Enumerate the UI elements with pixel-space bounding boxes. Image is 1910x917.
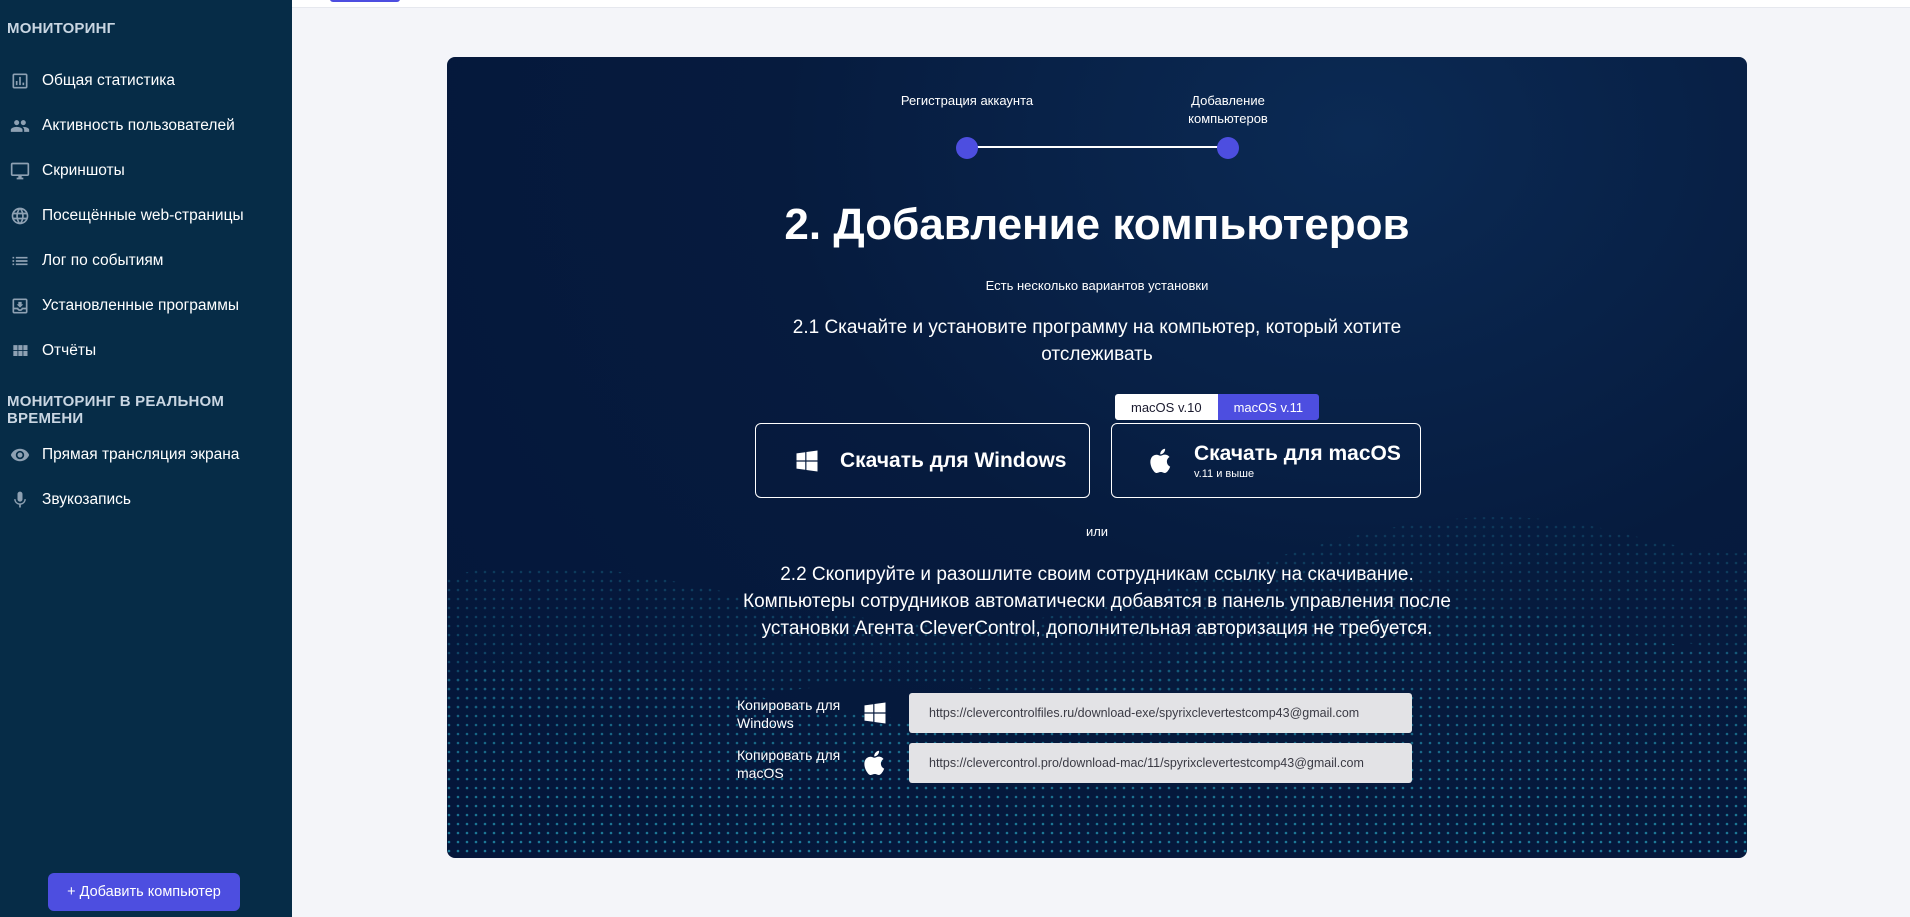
copy-macos-url-field[interactable]: https://clevercontrol.pro/download-mac/1… [909, 743, 1412, 783]
sidebar-item-screenshots[interactable]: Скриншоты [0, 152, 292, 190]
download-windows-label: Скачать для Windows [840, 448, 1067, 472]
microphone-icon [9, 489, 31, 511]
top-bar [292, 0, 1910, 8]
download-macos-text: Скачать для macOS v.11 и выше [1194, 442, 1401, 480]
download-macos-button[interactable]: Скачать для macOS v.11 и выше [1111, 423, 1421, 498]
monitor-icon [9, 160, 31, 182]
download-macos-version-note: v.11 и выше [1194, 467, 1255, 480]
users-icon [9, 115, 31, 137]
or-separator: или [1085, 524, 1109, 539]
section-title-monitoring: МОНИТОРИНГ [7, 20, 116, 37]
section-title-realtime: МОНИТОРИНГ В РЕАЛЬНОМ ВРЕМЕНИ [7, 393, 225, 427]
step1-instruction: 2.1 Скачайте и установите программу на к… [792, 317, 1402, 365]
sidebar-item-label: Прямая трансляция экрана [42, 446, 240, 463]
sidebar-item-live-screen[interactable]: Прямая трансляция экрана [0, 436, 292, 474]
sidebar-item-label: Отчёты [42, 342, 97, 359]
sidebar-item-label: Посещённые web-страницы [42, 207, 244, 224]
copy-row-windows: Копировать для Windows https://clevercon… [447, 693, 1747, 733]
windows-icon [860, 698, 890, 728]
sidebar-item-user-activity[interactable]: Активность пользователей [0, 107, 292, 145]
windows-icon [792, 446, 822, 476]
sidebar-item-audio-recording[interactable]: Звукозапись [0, 481, 292, 519]
step-label-add-computers: Добавление компьютеров [1188, 93, 1268, 126]
globe-icon [9, 205, 31, 227]
add-computers-card: Регистрация аккаунта Добавление компьюте… [447, 57, 1747, 858]
download-windows-button[interactable]: Скачать для Windows [755, 423, 1090, 498]
macos-v11-option[interactable]: macOS v.11 [1217, 394, 1320, 420]
install-options-subtitle: Есть несколько вариантов установки [985, 278, 1209, 293]
download-macos-label: Скачать для macOS [1194, 441, 1401, 465]
step2-instruction: 2.2 Скопируйте и разошлите своим сотрудн… [743, 564, 1451, 639]
step-connector [967, 146, 1227, 148]
grid-icon [9, 340, 31, 362]
copy-row-macos: Копировать для macOS https://clevercontr… [447, 743, 1747, 783]
apple-icon [860, 748, 890, 778]
page-title: 2. Добавление компьютеров [784, 200, 1410, 249]
sidebar-item-label: Общая статистика [42, 72, 175, 89]
sidebar-item-event-log[interactable]: Лог по событиям [0, 242, 292, 280]
install-icon [9, 295, 31, 317]
sidebar-item-installed-programs[interactable]: Установленные программы [0, 287, 292, 325]
sidebar-item-label: Лог по событиям [42, 252, 164, 269]
top-tab-indicator[interactable] [330, 0, 400, 2]
sidebar-item-general-stats[interactable]: Общая статистика [0, 62, 292, 100]
sidebar-item-label: Скриншоты [42, 162, 125, 179]
sidebar-item-label: Установленные программы [42, 297, 239, 314]
sidebar-item-reports[interactable]: Отчёты [0, 332, 292, 370]
sidebar-item-visited-pages[interactable]: Посещённые web-страницы [0, 197, 292, 235]
copy-macos-label: Копировать для macOS [737, 747, 841, 781]
sidebar-item-label: Звукозапись [42, 491, 132, 508]
macos-version-toggle: macOS v.10 macOS v.11 [1115, 394, 1320, 420]
add-computer-button[interactable]: + Добавить компьютер [48, 873, 240, 911]
step-label-registration: Регистрация аккаунта [900, 93, 1034, 108]
list-icon [9, 250, 31, 272]
bar-chart-icon [9, 70, 31, 92]
apple-icon [1146, 446, 1176, 476]
step-dot-registration [956, 137, 978, 159]
copy-windows-label: Копировать для Windows [737, 697, 841, 731]
macos-v10-option[interactable]: macOS v.10 [1115, 394, 1218, 420]
sidebar: МОНИТОРИНГ Общая статистика Активность п… [0, 0, 292, 917]
sidebar-item-label: Активность пользователей [42, 117, 235, 134]
eye-icon [9, 444, 31, 466]
copy-windows-url-field[interactable]: https://clevercontrolfiles.ru/download-e… [909, 693, 1412, 733]
step-dot-add-computers [1217, 137, 1239, 159]
